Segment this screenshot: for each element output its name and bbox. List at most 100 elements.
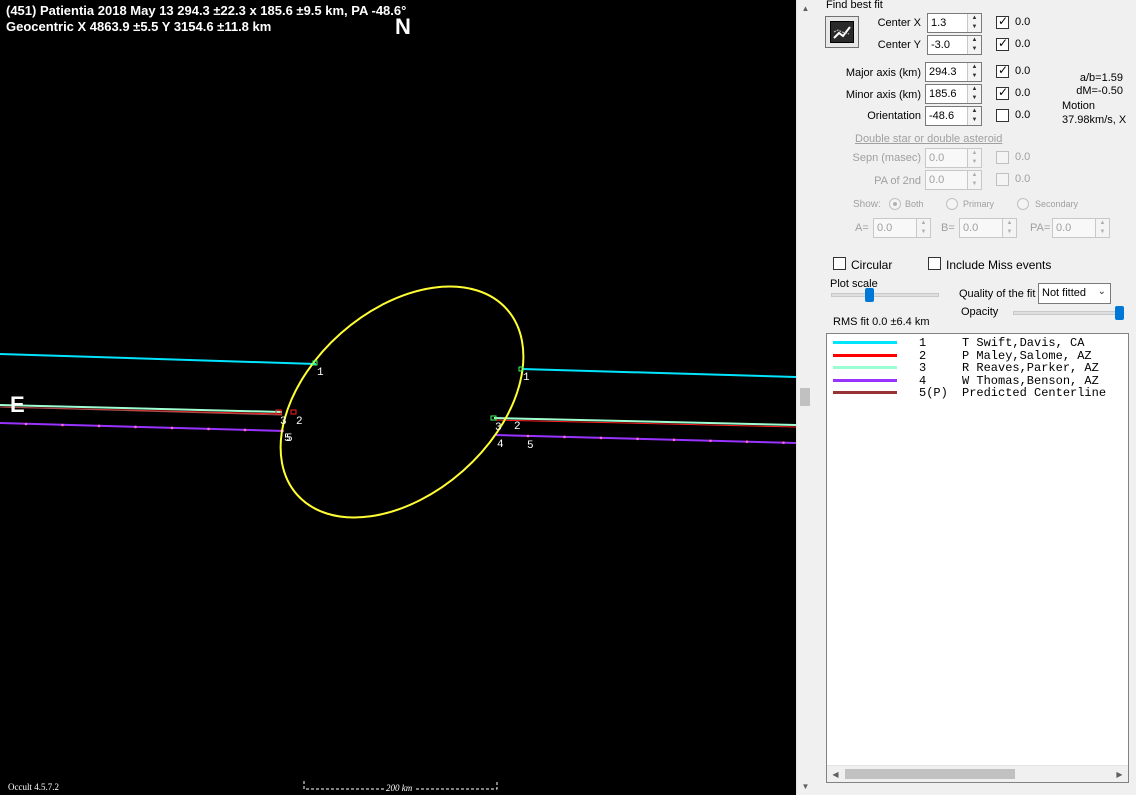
plot-canvas: 1 2 3 5 5 1 2 3 4 5	[0, 285, 796, 790]
legend-row[interactable]: 1 T Swift,Davis, CA	[827, 336, 1127, 350]
chord-label-3e: 3	[495, 422, 502, 434]
major-axis-checkbox[interactable]	[996, 63, 1009, 78]
opacity-slider-thumb[interactable]	[1115, 306, 1124, 320]
center-x-checkbox[interactable]	[996, 14, 1009, 29]
fit-chart-icon	[830, 21, 854, 43]
center-y-check-value: 0.0	[1015, 38, 1031, 50]
scroll-left-icon[interactable]: ◀	[827, 766, 844, 782]
timing-dot	[745, 440, 749, 444]
chord-2-west-marker-b	[290, 409, 297, 415]
sepn-checkbox[interactable]	[996, 151, 1009, 164]
plot-scale-slider-thumb[interactable]	[864, 288, 874, 302]
chord-label-2e: 2	[514, 421, 521, 433]
scrollbar-thumb[interactable]	[800, 388, 810, 406]
circular-label: Circular	[851, 258, 893, 272]
sepn-label: Sepn (masec)	[852, 152, 921, 164]
a-input[interactable]: 0.0 ▲ ▼	[873, 218, 931, 238]
chord-label-5w: 5	[286, 433, 293, 445]
rms-fit-label: RMS fit 0.0 ±6.4 km	[833, 316, 930, 328]
timing-dot	[636, 437, 639, 441]
pa-2nd-input[interactable]: 0.0 ▲ ▼	[925, 170, 982, 190]
timing-dot	[170, 426, 174, 430]
include-miss-checkbox[interactable]	[928, 257, 941, 270]
b-label: B=	[941, 222, 955, 234]
sepn-input[interactable]: 0.0 ▲ ▼	[925, 148, 982, 168]
a-label: A=	[855, 222, 869, 234]
legend-swatch	[833, 366, 897, 369]
legend-horizontal-scrollbar[interactable]: ◀ ▶	[827, 765, 1128, 782]
motion-label: Motion	[1062, 100, 1096, 112]
minor-axis-checkbox[interactable]	[996, 85, 1009, 100]
timing-dot	[709, 439, 712, 443]
minor-axis-check-value: 0.0	[1015, 87, 1031, 99]
plot-scale-slider-track[interactable]	[831, 293, 939, 297]
quality-select[interactable]: Not fitted ⌄	[1038, 283, 1111, 304]
orientation-check-value: 0.0	[1015, 109, 1031, 121]
chord-1-west	[0, 353, 317, 365]
show-primary-radio[interactable]	[946, 198, 958, 210]
plot-title: (451) Patientia 2018 May 13 294.3 ±22.3 …	[6, 3, 407, 18]
show-both-label: Both	[905, 199, 924, 209]
pa-label: PA=	[1030, 222, 1051, 234]
opacity-slider-track[interactable]	[1013, 311, 1121, 315]
orientation-label: Orientation	[867, 110, 921, 122]
chord-4-east	[495, 434, 796, 444]
legend-swatch	[833, 353, 897, 357]
legend-observer-name: Predicted Centerline	[962, 386, 1107, 400]
orientation-checkbox[interactable]	[996, 109, 1009, 122]
legend-row[interactable]: 5(P) Predicted Centerline	[827, 386, 1127, 400]
show-both-radio[interactable]	[889, 198, 901, 210]
legend-swatch	[833, 378, 897, 382]
version-label: Occult 4.5.7.2	[8, 782, 59, 792]
timing-dot	[563, 435, 566, 439]
timing-dot	[526, 434, 530, 438]
b-input[interactable]: 0.0 ▲ ▼	[959, 218, 1017, 238]
center-y-label: Center Y	[877, 39, 921, 51]
quality-label: Quality of the fit	[959, 288, 1036, 300]
center-y-input[interactable]: -3.0 ▲ ▼	[927, 35, 982, 55]
minor-axis-label: Minor axis (km)	[845, 89, 921, 101]
pa-input[interactable]: 0.0 ▲ ▼	[1052, 218, 1110, 238]
show-label: Show:	[853, 199, 881, 210]
occultation-plot[interactable]: 1 2 3 5 5 1 2 3 4 5 (451) Patientia 2018…	[0, 0, 796, 795]
timing-dot	[243, 428, 247, 432]
east-label: E	[10, 392, 25, 417]
center-y-checkbox[interactable]	[996, 36, 1009, 51]
sepn-check-value: 0.0	[1015, 151, 1031, 163]
circular-checkbox[interactable]	[833, 257, 846, 270]
timing-dot	[207, 427, 210, 431]
find-best-fit-label: Find best fit	[826, 0, 883, 11]
legend-scrollbar-thumb[interactable]	[845, 769, 1015, 779]
chord-label-5e: 5	[527, 440, 534, 452]
timing-dot	[599, 436, 603, 440]
timing-dot	[61, 423, 64, 427]
fitted-ellipse	[279, 285, 525, 519]
double-star-link[interactable]: Double star or double asteroid	[855, 133, 1002, 145]
center-x-label: Center X	[877, 17, 921, 29]
chevron-down-icon: ⌄	[1097, 286, 1106, 297]
scroll-up-icon[interactable]: ▲	[797, 0, 814, 17]
pa-2nd-checkbox[interactable]	[996, 173, 1009, 186]
plot-vertical-scrollbar[interactable]: ▲ ▼	[796, 0, 813, 795]
legend-row[interactable]: 2 P Maley,Salome, AZ	[827, 349, 1127, 363]
major-axis-check-value: 0.0	[1015, 65, 1031, 77]
major-axis-input[interactable]: 294.3 ▲ ▼	[925, 62, 982, 82]
timing-dot	[97, 424, 101, 428]
pa-2nd-check-value: 0.0	[1015, 173, 1031, 185]
scroll-right-icon[interactable]: ▶	[1111, 766, 1128, 782]
axis-ratio: a/b=1.59	[1079, 72, 1123, 84]
magnitude-drop: dM=-0.50	[1076, 85, 1123, 97]
timing-dot	[672, 438, 676, 442]
observer-legend-list[interactable]: 1 T Swift,Davis, CA 2 P Maley,Salome, AZ 3…	[826, 333, 1129, 783]
minor-axis-input[interactable]: 185.6 ▲ ▼	[925, 84, 982, 104]
legend-row[interactable]: 3 R Reaves,Parker, AZ	[827, 361, 1127, 375]
legend-row[interactable]: 4 W Thomas,Benson, AZ	[827, 374, 1127, 388]
chord-label-3w: 3	[280, 416, 287, 428]
center-x-input[interactable]: 1.3 ▲ ▼	[927, 13, 982, 33]
show-secondary-radio[interactable]	[1017, 198, 1029, 210]
fit-control-panel: Find best fit Center X 1.3▲▼ 0.0 Center …	[813, 0, 1136, 795]
scale-label: 200 km	[384, 783, 415, 793]
scroll-down-icon[interactable]: ▼	[797, 778, 814, 795]
timing-dot	[24, 422, 28, 426]
orientation-input[interactable]: -48.6 ▲ ▼	[925, 106, 982, 126]
